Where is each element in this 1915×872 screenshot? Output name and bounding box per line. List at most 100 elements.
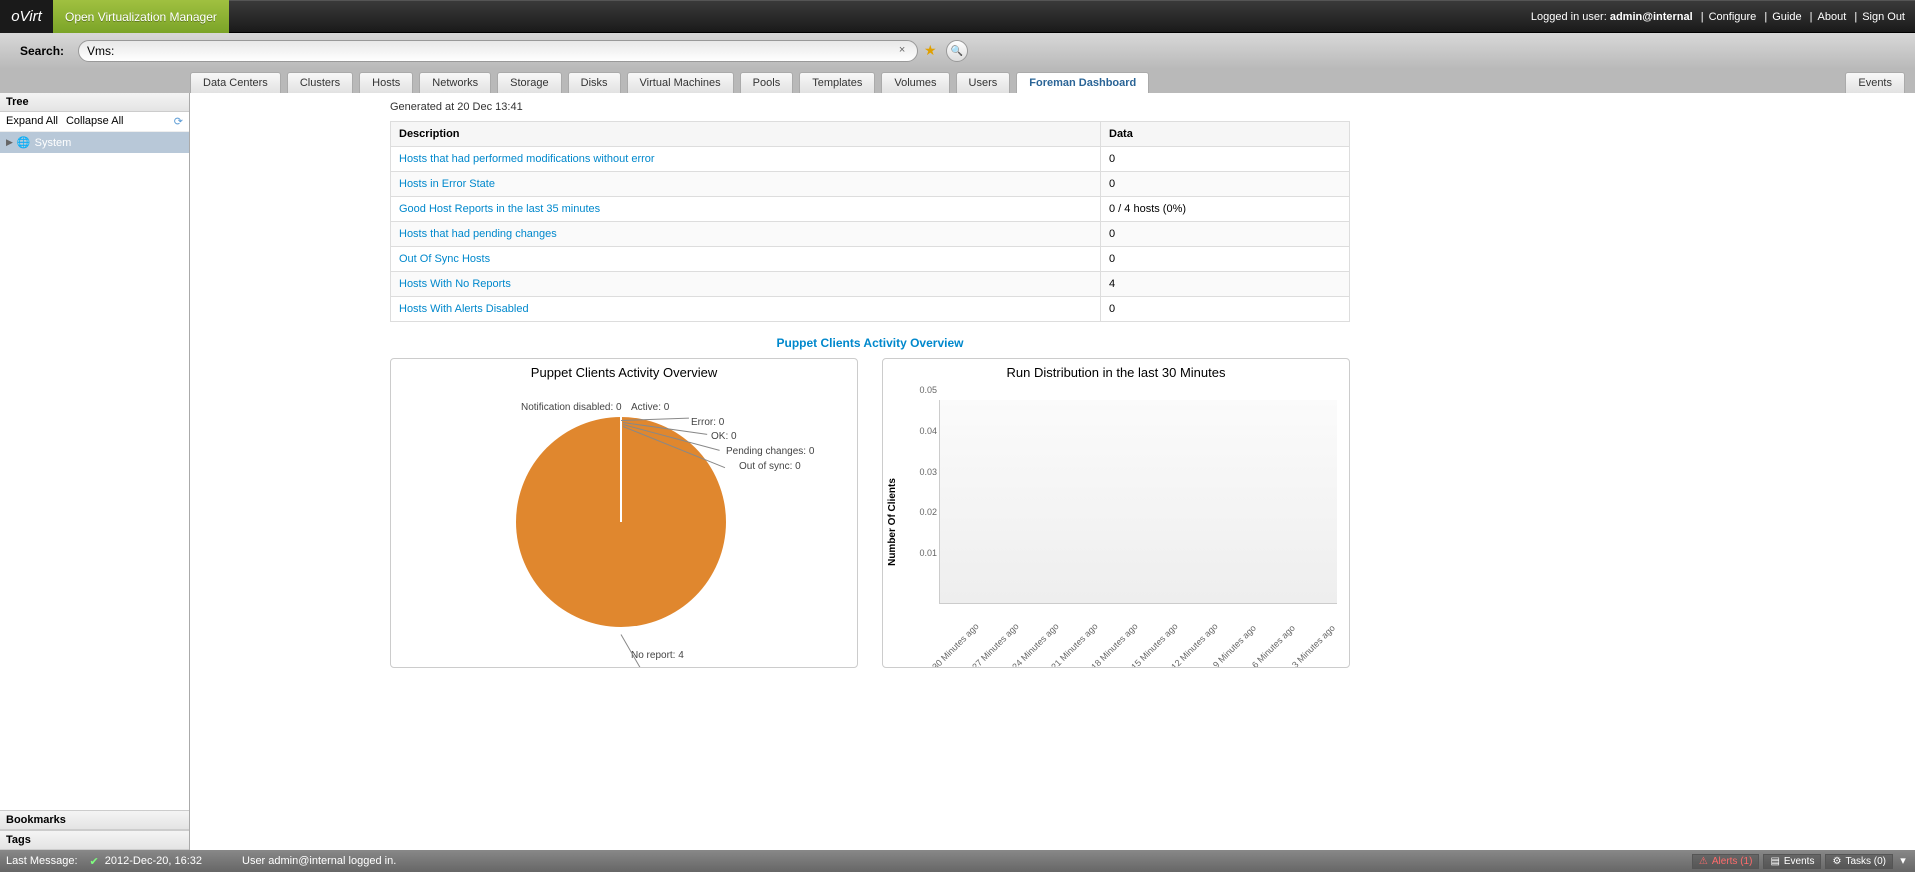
sidebar: Tree Expand All Collapse All ⟳ ▶ 🌐 Syste… (0, 93, 190, 850)
report-link[interactable]: Good Host Reports in the last 35 minutes (399, 203, 600, 215)
tab-data-centers[interactable]: Data Centers (190, 72, 281, 93)
tasks-pill[interactable]: ⚙ Tasks (0) (1825, 854, 1893, 869)
tab-pools[interactable]: Pools (740, 72, 794, 93)
pie-label-noreport: No report: 4 (631, 650, 684, 661)
tree-actions: Expand All Collapse All ⟳ (0, 112, 189, 132)
topbar-right: Logged in user: admin@internal |Configur… (1531, 11, 1915, 23)
main-content: Generated at 20 Dec 13:41 Description Da… (190, 93, 1915, 850)
pie-label-notif: Notification disabled: 0 (521, 402, 622, 413)
tree-expand-icon[interactable]: ▶ (6, 137, 13, 148)
report-link[interactable]: Hosts that had performed modifications w… (399, 153, 655, 165)
table-row: Out Of Sync Hosts 0 (391, 247, 1350, 272)
host-summary-table: Description Data Hosts that had performe… (390, 121, 1350, 322)
pie-title: Puppet Clients Activity Overview (391, 359, 857, 382)
report-link[interactable]: Hosts in Error State (399, 178, 495, 190)
status-ok-icon: ✔ (90, 855, 99, 868)
statusbar-toggle-icon[interactable]: ▾ (1897, 854, 1909, 869)
app-title: Open Virtualization Manager (53, 0, 229, 33)
tab-virtual-machines[interactable]: Virtual Machines (627, 72, 734, 93)
table-row: Hosts With Alerts Disabled 0 (391, 297, 1350, 322)
events-pill[interactable]: ▤ Events (1763, 854, 1821, 869)
col-description: Description (391, 122, 1101, 147)
tab-hosts[interactable]: Hosts (359, 72, 413, 93)
configure-link[interactable]: Configure (1709, 11, 1757, 23)
search-go-button[interactable]: 🔍 (946, 40, 968, 62)
tab-storage[interactable]: Storage (497, 72, 562, 93)
table-row: Hosts that had pending changes 0 (391, 222, 1350, 247)
tab-clusters[interactable]: Clusters (287, 72, 353, 93)
refresh-icon[interactable]: ⟳ (174, 115, 183, 128)
signout-link[interactable]: Sign Out (1862, 11, 1905, 23)
alert-icon: ⚠ (1699, 856, 1708, 867)
bar-area: Number Of Clients 0.010.020.030.040.05 3… (883, 382, 1349, 662)
y-tick: 0.02 (919, 507, 937, 517)
events-icon: ▤ (1770, 856, 1779, 867)
tab-volumes[interactable]: Volumes (881, 72, 949, 93)
y-tick: 0.01 (919, 548, 937, 558)
last-message-label: Last Message: (6, 855, 78, 867)
pie-label-pending: Pending changes: 0 (726, 446, 814, 457)
report-link[interactable]: Hosts With No Reports (399, 278, 511, 290)
pie-panel: Puppet Clients Activity Overview Notific… (390, 358, 858, 668)
report-value: 0 (1101, 147, 1350, 172)
bar-plot (939, 400, 1337, 604)
tab-templates[interactable]: Templates (799, 72, 875, 93)
bar-title: Run Distribution in the last 30 Minutes (883, 359, 1349, 382)
bookmark-star-icon[interactable]: ★ (924, 42, 942, 60)
tree-item-system[interactable]: ▶ 🌐 System (0, 132, 189, 153)
col-data: Data (1101, 122, 1350, 147)
report-value: 0 (1101, 297, 1350, 322)
pie-label-error: Error: 0 (691, 417, 724, 428)
search-clear-icon[interactable]: × (895, 44, 909, 58)
tabs-row: Data Centers Clusters Hosts Networks Storage… (0, 69, 1915, 93)
tab-users[interactable]: Users (956, 72, 1011, 93)
bar-panel: Run Distribution in the last 30 Minutes … (882, 358, 1350, 668)
report-value: 0 (1101, 222, 1350, 247)
status-timestamp: 2012-Dec-20, 16:32 (105, 855, 202, 867)
topbar: oVirt Open Virtualization Manager Logged… (0, 0, 1915, 33)
report-link[interactable]: Hosts that had pending changes (399, 228, 557, 240)
report-value: 0 (1101, 172, 1350, 197)
table-row: Hosts With No Reports 4 (391, 272, 1350, 297)
report-link[interactable]: Out Of Sync Hosts (399, 253, 490, 265)
report-value: 0 / 4 hosts (0%) (1101, 197, 1350, 222)
alerts-pill[interactable]: ⚠ Alerts (1) (1692, 854, 1760, 869)
guide-link[interactable]: Guide (1772, 11, 1801, 23)
pie-area: Notification disabled: 0 Active: 0 Error… (391, 382, 857, 662)
charts-row: Puppet Clients Activity Overview Notific… (390, 358, 1895, 668)
report-link[interactable]: Hosts With Alerts Disabled (399, 303, 529, 315)
tags-header[interactable]: Tags (0, 830, 189, 850)
table-row: Hosts that had performed modifications w… (391, 147, 1350, 172)
activity-overview-link[interactable]: Puppet Clients Activity Overview (390, 336, 1350, 350)
logged-in-user: admin@internal (1610, 11, 1693, 23)
search-label: Search: (20, 44, 64, 58)
report-value: 0 (1101, 247, 1350, 272)
logo: oVirt (0, 0, 53, 33)
y-tick: 0.03 (919, 467, 937, 477)
report-value: 4 (1101, 272, 1350, 297)
tab-disks[interactable]: Disks (568, 72, 621, 93)
table-row: Good Host Reports in the last 35 minutes… (391, 197, 1350, 222)
tree-header: Tree (0, 93, 189, 112)
logged-in-label: Logged in user: (1531, 11, 1607, 23)
generated-at: Generated at 20 Dec 13:41 (390, 101, 1895, 113)
statusbar: Last Message: ✔ 2012-Dec-20, 16:32 User … (0, 850, 1915, 872)
globe-icon: 🌐 (17, 136, 31, 149)
table-row: Hosts in Error State 0 (391, 172, 1350, 197)
tab-foreman-dashboard[interactable]: Foreman Dashboard (1016, 72, 1149, 93)
status-message: User admin@internal logged in. (242, 855, 396, 867)
tree-item-label: System (35, 137, 72, 149)
tab-events-right[interactable]: Events (1845, 72, 1905, 93)
tab-networks[interactable]: Networks (419, 72, 491, 93)
expand-all-link[interactable]: Expand All (6, 115, 58, 128)
tasks-icon: ⚙ (1832, 856, 1841, 867)
collapse-all-link[interactable]: Collapse All (66, 115, 123, 128)
search-input[interactable] (87, 44, 895, 58)
pie-label-active: Active: 0 (631, 402, 669, 413)
search-input-wrap: × (78, 40, 918, 62)
pie-label-oos: Out of sync: 0 (739, 461, 801, 472)
bookmarks-header[interactable]: Bookmarks (0, 810, 189, 830)
searchbar: Search: × ★ 🔍 (0, 33, 1915, 69)
y-tick: 0.04 (919, 426, 937, 436)
about-link[interactable]: About (1818, 11, 1847, 23)
